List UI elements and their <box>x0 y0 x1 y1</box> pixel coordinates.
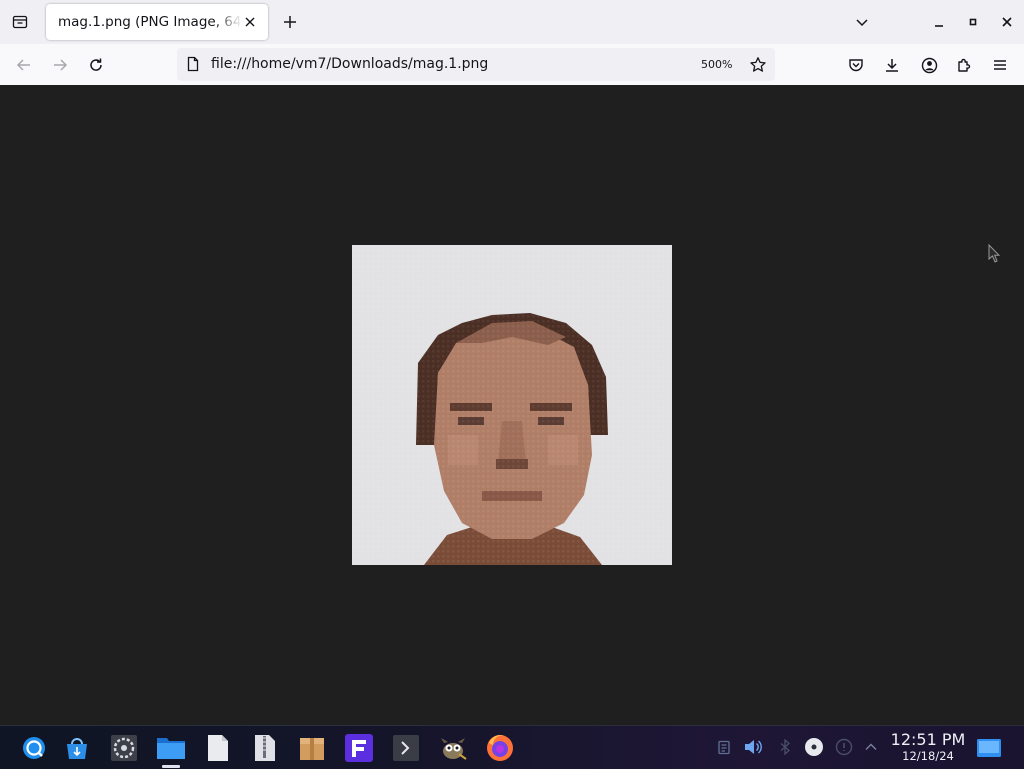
extensions-button[interactable] <box>952 53 976 77</box>
chevron-up-icon <box>865 743 877 750</box>
image-viewer-area <box>0 85 1024 725</box>
font-app-button[interactable] <box>342 731 376 765</box>
software-center-icon <box>67 738 87 759</box>
firefox-view-button[interactable] <box>8 10 32 34</box>
puzzle-piece-icon <box>958 58 971 72</box>
displayed-image[interactable] <box>352 245 672 565</box>
firefox-icon <box>487 735 513 761</box>
navigation-toolbar: file:///home/vm7/Downloads/mag.1.png 500… <box>0 44 1024 86</box>
tab-active[interactable]: mag.1.png (PNG Image, 64 × 64 pixels) <box>46 4 268 40</box>
back-button[interactable] <box>10 52 38 78</box>
speaker-icon <box>745 740 762 754</box>
file-manager-icon <box>157 738 185 759</box>
face-photo-icon <box>352 245 672 565</box>
bookmark-star-icon[interactable] <box>749 56 767 74</box>
system-monitor-button[interactable] <box>107 731 141 765</box>
show-desktop-button[interactable] <box>972 731 1006 765</box>
package-icon <box>300 738 324 760</box>
firefox-view-icon <box>12 15 28 29</box>
reload-button[interactable] <box>82 52 110 78</box>
updates-tray-button[interactable] <box>834 737 854 757</box>
zoom-level-button[interactable]: 500% <box>695 56 738 74</box>
close-icon <box>245 17 255 27</box>
clock-time[interactable]: 12:51 PM <box>880 730 976 749</box>
font-app-icon <box>345 734 373 762</box>
download-icon <box>886 59 898 72</box>
close-window-button[interactable] <box>995 10 1019 34</box>
downloads-button[interactable] <box>880 53 904 77</box>
terminal-icon <box>393 735 419 761</box>
package-button[interactable] <box>295 731 329 765</box>
clipboard-icon <box>718 740 730 755</box>
text-document-button[interactable] <box>201 731 235 765</box>
clock-date[interactable]: 12/18/24 <box>880 749 976 763</box>
plus-icon <box>284 16 296 28</box>
gimp-icon <box>441 738 467 760</box>
hamburger-menu-icon <box>994 60 1006 70</box>
chevron-down-icon <box>856 19 868 27</box>
tab-strip: mag.1.png (PNG Image, 64 × 64 pixels) <box>0 0 1024 44</box>
list-all-tabs-button[interactable] <box>850 10 874 34</box>
file-manager-button[interactable] <box>154 731 188 765</box>
app-menu-button[interactable] <box>988 53 1012 77</box>
new-tab-button[interactable] <box>278 10 302 34</box>
minimize-button[interactable] <box>927 10 951 34</box>
text-document-icon <box>208 735 228 761</box>
clipboard-tray-button[interactable] <box>714 737 734 757</box>
minimize-icon <box>935 25 943 27</box>
update-circle-icon <box>835 738 853 756</box>
taskbar: 12:51 PM 12/18/24 <box>0 725 1024 769</box>
close-icon <box>1002 17 1012 27</box>
account-icon <box>921 57 937 73</box>
bluetooth-tray-button[interactable] <box>775 737 795 757</box>
url-text[interactable]: file:///home/vm7/Downloads/mag.1.png <box>211 56 488 72</box>
software-center-button[interactable] <box>60 731 94 765</box>
page-icon <box>187 56 199 72</box>
disc-icon <box>805 738 823 756</box>
forward-button[interactable] <box>46 52 74 78</box>
firefox-button[interactable] <box>483 731 517 765</box>
tab-close-button[interactable] <box>242 14 258 30</box>
arrow-right-icon <box>54 59 68 71</box>
bluetooth-icon <box>780 739 790 755</box>
gimp-button[interactable] <box>436 731 470 765</box>
app-launcher-icon <box>23 737 45 759</box>
maximize-button[interactable] <box>961 10 985 34</box>
app-launcher-button[interactable] <box>17 731 51 765</box>
reload-icon <box>90 58 102 71</box>
volume-tray-button[interactable] <box>743 737 763 757</box>
media-tray-button[interactable] <box>804 737 824 757</box>
url-bar[interactable]: file:///home/vm7/Downloads/mag.1.png 500… <box>177 48 775 81</box>
archive-manager-button[interactable] <box>248 731 282 765</box>
tab-title: mag.1.png (PNG Image, 64 × 64 pixels) <box>58 14 242 30</box>
archive-manager-icon <box>255 735 275 761</box>
terminal-button[interactable] <box>389 731 423 765</box>
show-hidden-icons-button[interactable] <box>861 737 881 757</box>
pocket-icon <box>849 59 863 72</box>
mouse-cursor-icon <box>988 244 1001 263</box>
maximize-icon <box>969 18 977 26</box>
account-button[interactable] <box>917 53 941 77</box>
system-monitor-icon <box>111 735 137 761</box>
pocket-button[interactable] <box>844 53 868 77</box>
desktop-icon <box>977 739 1001 757</box>
arrow-left-icon <box>16 59 30 71</box>
